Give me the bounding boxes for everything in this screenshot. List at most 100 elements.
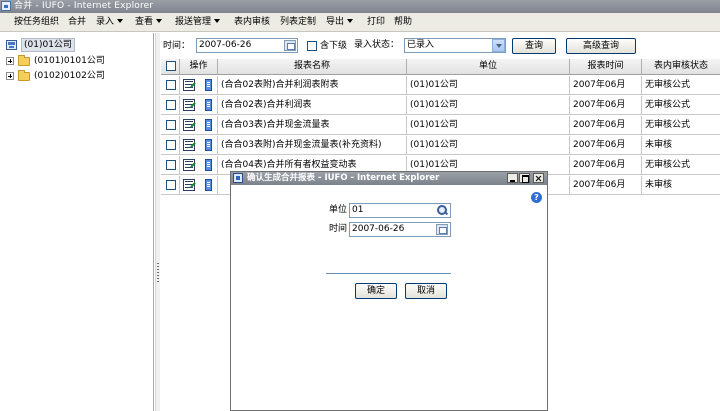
select-all-checkbox[interactable] — [166, 61, 176, 71]
window-title-bar: 合并 - IUFO - Internet Explorer — [0, 0, 720, 13]
tree-node-label: (0101)0101公司 — [34, 56, 105, 66]
menu-consolidate[interactable]: 合并 — [68, 13, 86, 32]
audit-status-cell: 未审核 — [645, 140, 673, 150]
menu-export[interactable]: 导出 — [326, 13, 354, 32]
expand-plus-icon[interactable] — [6, 57, 14, 65]
view-report-icon[interactable] — [205, 99, 212, 111]
view-report-icon[interactable] — [205, 119, 212, 131]
chevron-down-icon — [156, 19, 163, 23]
audit-status-cell: 无审核公式 — [645, 100, 691, 110]
org-tree: (01)01公司 (0101)0101公司 (0102)0102公司 — [0, 33, 154, 411]
view-report-icon[interactable] — [205, 159, 212, 171]
dropdown-arrow-icon[interactable] — [492, 39, 505, 52]
time-input[interactable]: 2007-06-26 — [196, 38, 298, 53]
table-row[interactable]: (合合02表附)合并利润表附表 (01)01公司 2007年06月 无审核公式 — [161, 76, 720, 95]
pane-splitter[interactable] — [155, 33, 160, 411]
query-button[interactable]: 查询 — [512, 38, 556, 54]
edit-report-icon[interactable] — [183, 159, 195, 171]
header-report-name[interactable]: 报表名称 — [218, 59, 407, 74]
report-time-cell: 2007年06月 — [570, 96, 642, 114]
tree-node-root[interactable]: (01)01公司 — [4, 38, 144, 52]
menu-intra-audit[interactable]: 表内审核 — [234, 13, 270, 32]
cancel-button[interactable]: 取消 — [405, 283, 447, 299]
chevron-down-icon — [347, 19, 354, 23]
header-unit[interactable]: 单位 — [407, 59, 570, 74]
divider — [326, 273, 451, 274]
row-checkbox[interactable] — [166, 180, 176, 190]
unit-cell: (01)01公司 — [407, 76, 570, 94]
menu-label: 查看 — [135, 17, 154, 27]
menu-input[interactable]: 录入 — [96, 13, 124, 32]
table-row[interactable]: (合合03表附)合并现金流量表(补充资料) (01)01公司 2007年06月 … — [161, 136, 720, 155]
unit-input-value: 01 — [352, 205, 364, 215]
row-checkbox[interactable] — [166, 120, 176, 130]
tree-node-label: (0102)0102公司 — [34, 71, 105, 81]
tree-node-0102[interactable]: (0102)0102公司 — [4, 69, 144, 83]
chevron-down-icon — [117, 19, 124, 23]
ie-app-icon — [1, 1, 11, 11]
time-label: 时间： — [163, 41, 191, 51]
table-row[interactable]: (合合03表)合并现金流量表 (01)01公司 2007年06月 无审核公式 — [161, 116, 720, 135]
calendar-icon[interactable] — [284, 40, 296, 51]
select-cell — [161, 156, 180, 174]
maximize-icon[interactable] — [519, 173, 530, 183]
dialog-title: 确认生成合并报表 - IUFO - Internet Explorer — [247, 173, 440, 183]
tree-node-label: (01)01公司 — [21, 38, 75, 52]
menu-help[interactable]: 帮助 — [394, 13, 412, 32]
folder-icon — [18, 70, 30, 81]
edit-report-icon[interactable] — [183, 179, 195, 191]
input-status-select[interactable]: 已录入 — [404, 38, 506, 53]
menu-submit-manage[interactable]: 报送管理 — [175, 13, 221, 32]
calendar-icon[interactable] — [436, 224, 448, 235]
header-audit-status[interactable]: 表内审核状态 — [642, 59, 720, 74]
menu-label: 表内审核 — [234, 17, 271, 27]
row-checkbox[interactable] — [166, 80, 176, 90]
report-time-cell: 2007年06月 — [570, 76, 642, 94]
view-report-icon[interactable] — [205, 179, 212, 191]
header-report-time[interactable]: 报表时间 — [570, 59, 642, 74]
time-input-value: 2007-06-26 — [199, 40, 252, 50]
ie-app-icon — [233, 173, 243, 183]
row-checkbox[interactable] — [166, 100, 176, 110]
menu-bar: 按任务组织 合并 录入 查看 报送管理 表内审核 列表定制 导出 打印 帮助 — [0, 13, 720, 32]
expand-plus-icon[interactable] — [6, 72, 14, 80]
window-title: 合并 - IUFO - Internet Explorer — [14, 1, 154, 11]
folder-icon — [18, 55, 30, 66]
ok-button[interactable]: 确定 — [355, 283, 397, 299]
minimize-icon[interactable] — [507, 173, 518, 183]
table-row[interactable]: (合合02表)合并利润表 (01)01公司 2007年06月 无审核公式 — [161, 96, 720, 115]
edit-report-icon[interactable] — [183, 139, 195, 151]
view-report-icon[interactable] — [205, 139, 212, 151]
menu-label: 导出 — [326, 17, 345, 27]
dialog-title-bar[interactable]: 确认生成合并报表 - IUFO - Internet Explorer — [231, 172, 547, 185]
tree-node-0101[interactable]: (0101)0101公司 — [4, 54, 144, 68]
menu-label: 帮助 — [394, 17, 413, 27]
actions-cell — [180, 76, 218, 94]
row-checkbox[interactable] — [166, 140, 176, 150]
chevron-down-icon — [214, 19, 221, 23]
actions-cell — [180, 116, 218, 134]
menu-by-task[interactable]: 按任务组织 — [14, 13, 59, 32]
menu-print[interactable]: 打印 — [367, 13, 385, 32]
close-icon[interactable] — [533, 173, 544, 183]
view-report-icon[interactable] — [205, 79, 212, 91]
edit-report-icon[interactable] — [183, 79, 195, 91]
edit-report-icon[interactable] — [183, 99, 195, 111]
menu-list-custom[interactable]: 列表定制 — [280, 13, 316, 32]
advanced-query-button[interactable]: 高级查询 — [566, 38, 636, 54]
audit-status-cell: 无审核公式 — [645, 80, 691, 90]
select-cell — [161, 136, 180, 154]
row-checkbox[interactable] — [166, 160, 176, 170]
edit-report-icon[interactable] — [183, 119, 195, 131]
search-icon[interactable] — [436, 204, 449, 217]
splitter-grip-icon[interactable] — [157, 263, 159, 283]
audit-status-cell: 未审核 — [645, 180, 673, 190]
unit-cell: (01)01公司 — [407, 136, 570, 154]
menu-label: 按任务组织 — [14, 17, 60, 27]
include-subordinate-checkbox[interactable] — [307, 41, 317, 51]
actions-cell — [180, 156, 218, 174]
input-status-value: 已录入 — [407, 40, 435, 50]
menu-view[interactable]: 查看 — [135, 13, 163, 32]
help-icon[interactable]: ? — [531, 192, 542, 203]
actions-cell — [180, 136, 218, 154]
